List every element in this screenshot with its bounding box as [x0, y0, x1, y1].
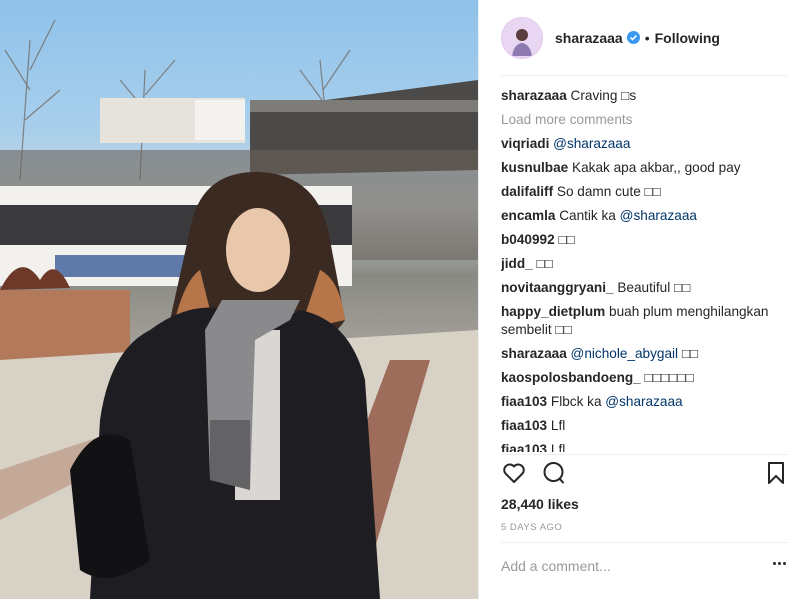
author-username-link[interactable]: sharazaaa	[555, 30, 623, 46]
comment-mention-link[interactable]: @sharazaaa	[553, 136, 630, 151]
following-button[interactable]: Following	[655, 30, 720, 46]
header-divider	[501, 75, 788, 76]
caption-username[interactable]: sharazaaa	[501, 88, 567, 103]
heart-icon[interactable]	[501, 460, 527, 486]
comment-item: happy_dietplum buah plum menghilangkan s…	[501, 303, 791, 339]
comment-text: Lfl	[550, 442, 566, 452]
comment-username[interactable]: b040992	[501, 232, 555, 247]
comment-text: □□	[536, 256, 553, 271]
comment-item: encamla Cantik ka @sharazaaa	[501, 207, 791, 225]
comment-username[interactable]: encamla	[501, 208, 555, 223]
bookmark-icon[interactable]	[765, 460, 787, 486]
comment-username[interactable]: fiaa103	[501, 418, 547, 433]
likes-count[interactable]: 28,440 likes	[501, 496, 579, 512]
comment-username[interactable]: fiaa103	[501, 442, 547, 452]
comment-mention-link[interactable]: @sharazaaa	[605, 394, 682, 409]
comment-item: kaospolosbandoeng_ □□□□□□	[501, 369, 791, 387]
comment-text: Kakak apa akbar,, good pay	[572, 160, 741, 175]
comment-item: sharazaaa @nichole_abygail □□	[501, 345, 791, 363]
verified-badge-icon	[626, 31, 640, 44]
caption-text: Craving □s	[570, 88, 637, 103]
comment-text: Beautiful □□	[617, 280, 691, 295]
post-side-panel: sharazaaa • Following sharazaaa Craving …	[478, 0, 794, 599]
add-comment-input[interactable]	[501, 556, 741, 576]
comment-username[interactable]: kusnulbae	[501, 160, 568, 175]
comments-list[interactable]: sharazaaa Craving □s Load more comments …	[501, 87, 791, 452]
comment-username[interactable]: viqriadi	[501, 136, 549, 151]
comment-item: jidd_ □□	[501, 255, 791, 273]
load-more-comments-button[interactable]: Load more comments	[501, 111, 791, 129]
comment-item: kusnulbae Kakak apa akbar,, good pay	[501, 159, 791, 177]
more-options-icon[interactable]	[773, 562, 786, 565]
header-separator: •	[644, 29, 650, 46]
comment-bubble-icon[interactable]	[541, 460, 567, 486]
comment-mention-link[interactable]: @nichole_abygail	[571, 346, 679, 361]
comment-username[interactable]: jidd_	[501, 256, 533, 271]
comment-item: b040992 □□	[501, 231, 791, 249]
avatar-image	[512, 28, 532, 56]
comment-text: Lfl	[550, 418, 566, 433]
comment-item: novitaanggryani_ Beautiful □□	[501, 279, 791, 297]
comment-text: □□	[558, 232, 575, 247]
comment-username[interactable]: fiaa103	[501, 394, 547, 409]
comment-text: □□	[681, 346, 699, 361]
comment-username[interactable]: novitaanggryani_	[501, 280, 614, 295]
comment-text: Flbck ka	[550, 394, 602, 409]
comment-item: fiaa103 Lfl	[501, 441, 791, 452]
comment-username[interactable]: sharazaaa	[501, 346, 567, 361]
comment-username[interactable]: dalifaliff	[501, 184, 553, 199]
action-bar	[501, 460, 787, 492]
author-avatar[interactable]	[501, 16, 543, 59]
photo-scene	[0, 19, 478, 599]
comment-item: fiaa103 Flbck ka @sharazaaa	[501, 393, 791, 411]
comment-item: viqriadi @sharazaaa	[501, 135, 791, 153]
caption: sharazaaa Craving □s	[501, 87, 791, 105]
comment-text: Cantik ka	[559, 208, 616, 223]
add-comment-divider	[501, 542, 788, 543]
post-header: sharazaaa • Following	[479, 0, 794, 75]
comment-text: □□□□□□	[644, 370, 694, 385]
comment-item: dalifaliff So damn cute □□	[501, 183, 791, 201]
post-timestamp[interactable]: 5 DAYS AGO	[501, 522, 562, 533]
comment-username[interactable]: kaospolosbandoeng_	[501, 370, 641, 385]
comment-text: So damn cute □□	[556, 184, 661, 199]
post-photo[interactable]	[0, 0, 478, 599]
comment-item: fiaa103 Lfl	[501, 417, 791, 435]
comment-mention-link[interactable]: @sharazaaa	[620, 208, 697, 223]
comments-divider	[501, 454, 788, 455]
comment-username[interactable]: happy_dietplum	[501, 304, 605, 319]
